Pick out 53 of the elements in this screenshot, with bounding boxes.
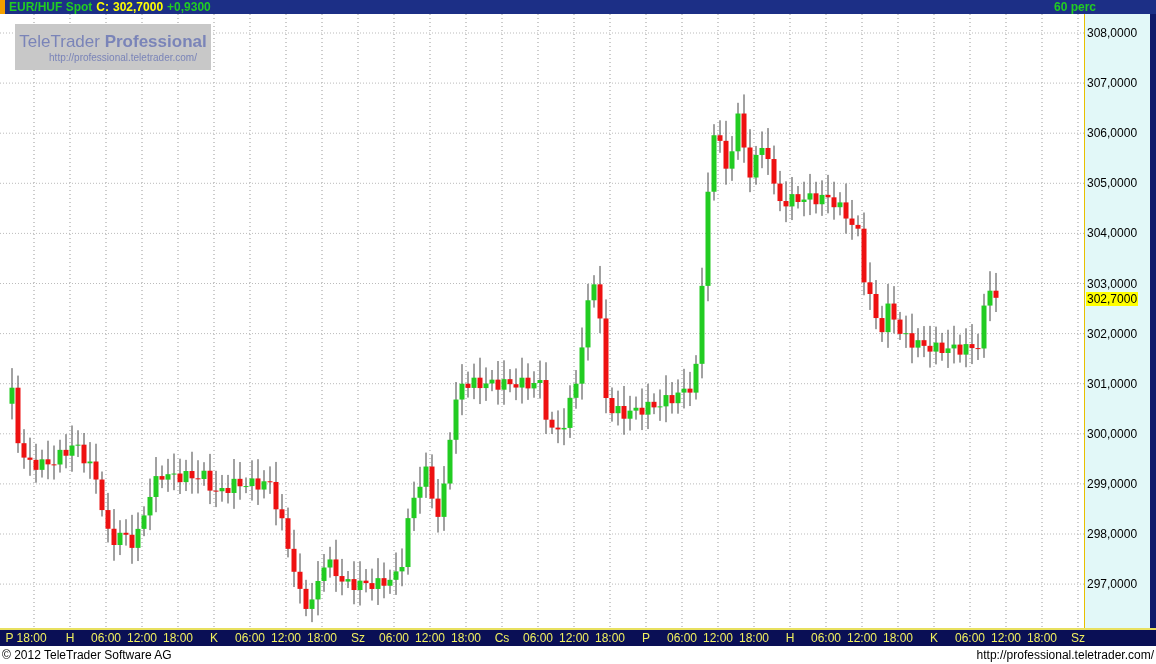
time-axis-label: 18:00 [1026, 630, 1058, 646]
time-axis-label: 12:00 [846, 630, 878, 646]
time-axis-label: 18:00 [738, 630, 770, 646]
time-axis-label: K [929, 630, 939, 646]
time-axis-label: Cs [493, 630, 511, 646]
price-tick-label: 304,0000 [1087, 226, 1138, 241]
price-tick-label: 300,0000 [1087, 426, 1138, 441]
time-axis-label: 12:00 [414, 630, 446, 646]
time-axis-label: 06:00 [378, 630, 410, 646]
price-tick-label: 305,0000 [1087, 176, 1138, 191]
time-axis-label: K [209, 630, 219, 646]
time-axis-label: 12:00 [702, 630, 734, 646]
time-axis-label: 06:00 [666, 630, 698, 646]
price-tick-label: 307,0000 [1087, 76, 1138, 91]
time-axis-label: 06:00 [234, 630, 266, 646]
time-axis-label: 18:00 [594, 630, 626, 646]
time-axis-label: 06:00 [90, 630, 122, 646]
time-axis-label: 12:00 [270, 630, 302, 646]
time-axis-label: P 18:00 [4, 630, 48, 646]
time-axis-label: H [64, 630, 76, 646]
logo-url: http://professional.teletrader.com/ [49, 51, 197, 63]
close-label: C: [96, 0, 109, 14]
time-axis-label: 06:00 [810, 630, 842, 646]
time-axis-label: P [641, 630, 651, 646]
window-marker-icon [0, 0, 5, 14]
close-value: 302,7000 [113, 0, 164, 14]
time-axis-label: Sz [1070, 630, 1086, 646]
period-label: 60 perc [1053, 0, 1096, 14]
time-axis-label: H [784, 630, 796, 646]
price-tick-label: 297,0000 [1087, 577, 1138, 592]
time-axis-label: 12:00 [126, 630, 158, 646]
price-tick-label: 299,0000 [1087, 476, 1138, 491]
website-url: http://professional.teletrader.com/ [976, 648, 1154, 662]
price-tick-label: 308,0000 [1087, 26, 1138, 40]
time-axis-label: 18:00 [450, 630, 482, 646]
time-axis-label: 12:00 [558, 630, 590, 646]
instrument-name: EUR/HUF Spot [9, 0, 93, 14]
price-change: +0,9300 [167, 0, 211, 14]
time-axis-label: 18:00 [882, 630, 914, 646]
copyright-text: © 2012 TeleTrader Software AG [2, 648, 172, 662]
time-axis-label: 12:00 [990, 630, 1022, 646]
price-tick-label: 306,0000 [1087, 126, 1138, 141]
price-tick-label: 302,0000 [1087, 326, 1138, 341]
price-tick-label: 298,0000 [1087, 527, 1138, 541]
time-axis-label: 06:00 [522, 630, 554, 646]
time-axis-label: Sz [350, 630, 366, 646]
time-axis-label: 06:00 [954, 630, 986, 646]
logo-title: TeleTrader Professional [19, 31, 207, 52]
price-tick-label: 303,0000 [1087, 276, 1138, 291]
time-axis-label: 18:00 [162, 630, 194, 646]
price-tick-label: 301,0000 [1087, 376, 1138, 391]
time-axis-label: 18:00 [306, 630, 338, 646]
current-price-label: 302,7000 [1086, 291, 1139, 306]
